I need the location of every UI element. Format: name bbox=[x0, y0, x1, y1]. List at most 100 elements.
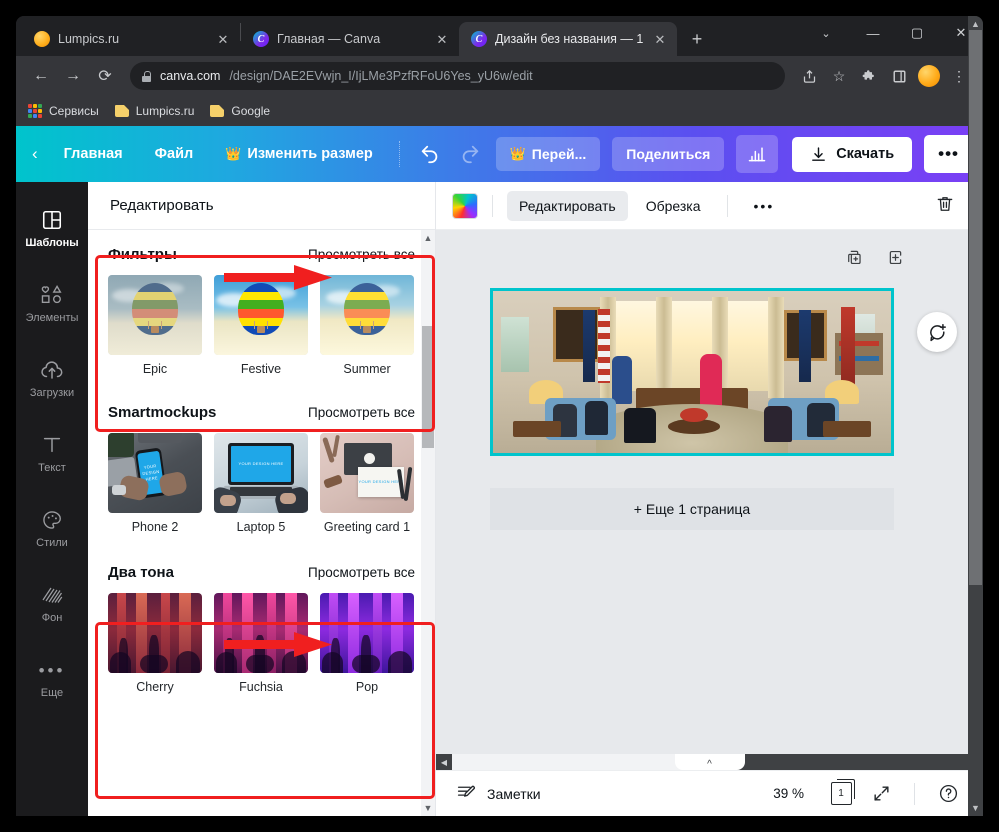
back-arrow-icon[interactable]: ← bbox=[26, 61, 56, 91]
panel-scroll-area[interactable]: Фильтры Просмотреть все Epic Festive Sum… bbox=[88, 230, 435, 816]
duotone-item-cherry[interactable]: Cherry bbox=[108, 593, 202, 694]
sidebar-item-background[interactable]: Фон bbox=[16, 573, 88, 632]
laptop-mockup-thumb: YOUR DESIGN HERE bbox=[214, 433, 308, 513]
duplicate-page-icon[interactable] bbox=[845, 248, 864, 272]
bookmark-item-google[interactable]: Google bbox=[210, 104, 270, 118]
browser-scroll-thumb[interactable] bbox=[969, 30, 982, 585]
redo-icon[interactable] bbox=[452, 136, 488, 172]
bookmark-item-services[interactable]: Сервисы bbox=[28, 104, 99, 118]
insights-bar-chart-icon[interactable] bbox=[736, 135, 779, 173]
sidebar-item-templates[interactable]: Шаблоны bbox=[16, 198, 88, 257]
uploads-cloud-icon bbox=[40, 358, 64, 382]
undo-icon[interactable] bbox=[412, 136, 448, 172]
hscroll-track[interactable]: ^ bbox=[452, 754, 967, 770]
lock-icon bbox=[142, 70, 151, 82]
view-all-link-filters[interactable]: Просмотреть все bbox=[308, 247, 415, 262]
add-page-icon[interactable] bbox=[886, 248, 905, 272]
add-page-button[interactable]: + Еще 1 страница bbox=[490, 488, 894, 530]
tab-search-chevron-down-icon[interactable]: ⌄ bbox=[801, 16, 851, 50]
zoom-level[interactable]: 39 % bbox=[773, 786, 804, 801]
balloon-epic-thumb bbox=[108, 275, 202, 355]
share-icon[interactable] bbox=[795, 62, 823, 90]
reload-icon[interactable]: ⟳ bbox=[90, 61, 120, 91]
sidebar-item-more[interactable]: ••• Еще bbox=[16, 648, 88, 707]
canvas-horizontal-scrollbar[interactable]: ◀ ^ ▶ bbox=[436, 754, 983, 770]
design-canvas-area[interactable]: + Еще 1 страница bbox=[436, 230, 983, 754]
menu-file[interactable]: Файл bbox=[141, 138, 208, 170]
mockup-caption: Laptop 5 bbox=[236, 520, 286, 534]
address-bar[interactable]: canva.com/design/DAE2EVwjn_I/IjLMe3PzfRF… bbox=[130, 62, 785, 90]
design-image-selected[interactable] bbox=[490, 288, 894, 456]
image-color-chip[interactable] bbox=[452, 192, 478, 219]
add-comment-icon[interactable] bbox=[917, 312, 957, 352]
profile-avatar[interactable] bbox=[915, 62, 943, 90]
canva-status-bar: Заметки 39 % 1 bbox=[436, 770, 983, 816]
download-button[interactable]: Скачать bbox=[792, 136, 913, 172]
duotone-item-pop[interactable]: Pop bbox=[320, 593, 414, 694]
panel-scroll-down-icon[interactable]: ▼ bbox=[424, 800, 433, 816]
browser-tab-2[interactable]: C Главная — Canva ✕ bbox=[241, 22, 459, 56]
browser-tab-3-close-icon[interactable]: ✕ bbox=[651, 30, 669, 48]
duotone-pop-thumb bbox=[320, 593, 414, 673]
help-question-icon[interactable] bbox=[933, 779, 963, 809]
duotone-caption: Fuchsia bbox=[239, 680, 283, 694]
filter-item-epic[interactable]: Epic bbox=[108, 275, 202, 376]
mockup-item-phone[interactable]: YOUR DESIGN HERE Phone 2 bbox=[108, 433, 202, 534]
upgrade-button[interactable]: 👑 Перей... bbox=[495, 137, 601, 171]
filter-item-summer[interactable]: Summer bbox=[320, 275, 414, 376]
mockup-item-card[interactable]: YOUR DESIGN HERE Greeting card 1 bbox=[320, 433, 414, 534]
bookmark-item-lumpics[interactable]: Lumpics.ru bbox=[114, 104, 194, 118]
browser-scrollbar[interactable]: ▲ ▼ bbox=[968, 16, 983, 816]
address-bar-host: canva.com bbox=[160, 69, 221, 83]
section-smartmockups: Smartmockups Просмотреть все YOUR DESIGN… bbox=[88, 386, 435, 544]
window-minimize-icon[interactable]: — bbox=[851, 16, 895, 50]
window-maximize-icon[interactable]: ▢ bbox=[895, 16, 939, 50]
browser-tab-3[interactable]: C Дизайн без названия — 1024 ✕ bbox=[459, 22, 677, 56]
bookmark-star-icon[interactable]: ☆ bbox=[825, 62, 853, 90]
tab-crop[interactable]: Обрезка bbox=[634, 191, 713, 221]
panel-scroll-track[interactable] bbox=[421, 246, 435, 800]
extensions-puzzle-icon[interactable] bbox=[855, 62, 883, 90]
sidebar-item-uploads[interactable]: Загрузки bbox=[16, 348, 88, 407]
hscroll-left-icon[interactable]: ◀ bbox=[436, 758, 452, 767]
browser-tab-1[interactable]: Lumpics.ru ✕ bbox=[22, 22, 240, 56]
screen-root: Lumpics.ru ✕ C Главная — Canva ✕ C Дизай… bbox=[0, 0, 999, 832]
browser-window: Lumpics.ru ✕ C Главная — Canva ✕ C Дизай… bbox=[16, 16, 983, 816]
trash-icon[interactable] bbox=[923, 187, 967, 224]
notes-button[interactable]: Заметки bbox=[456, 782, 541, 806]
section-duotone: Два тона Просмотреть все Cherry Fuchsia … bbox=[88, 544, 435, 704]
collapse-panel-toggle[interactable]: ^ bbox=[674, 754, 745, 770]
sidebar-item-elements[interactable]: Элементы bbox=[16, 273, 88, 332]
menu-resize[interactable]: 👑 Изменить размер bbox=[211, 138, 387, 170]
image-more-options-button[interactable]: ••• bbox=[742, 191, 787, 221]
new-tab-button[interactable]: + bbox=[683, 25, 711, 53]
mockup-item-laptop[interactable]: YOUR DESIGN HERE Laptop 5 bbox=[214, 433, 308, 534]
share-button[interactable]: Поделиться bbox=[612, 137, 725, 171]
page-manager-icon[interactable]: 1 bbox=[826, 779, 856, 809]
hscroll-thumb[interactable] bbox=[452, 754, 686, 770]
menu-home[interactable]: Главная bbox=[50, 138, 137, 170]
browser-tab-2-close-icon[interactable]: ✕ bbox=[433, 30, 451, 48]
forward-arrow-icon[interactable]: → bbox=[58, 61, 88, 91]
duotone-item-fuchsia[interactable]: Fuchsia bbox=[214, 593, 308, 694]
view-all-link-duotone[interactable]: Просмотреть все bbox=[308, 565, 415, 580]
back-chevron-icon[interactable]: ‹ bbox=[32, 144, 46, 164]
panel-scrollbar[interactable]: ▲ ▼ bbox=[421, 230, 435, 816]
panel-scroll-thumb[interactable] bbox=[422, 326, 434, 448]
tab-edit-image[interactable]: Редактировать bbox=[507, 190, 628, 221]
browser-scroll-down-icon[interactable]: ▼ bbox=[971, 800, 980, 816]
elements-icon bbox=[40, 283, 64, 307]
view-all-link-smartmockups[interactable]: Просмотреть все bbox=[308, 405, 415, 420]
duotone-thumbnail-list: Cherry Fuchsia Pop bbox=[108, 593, 415, 694]
sidebar-item-text[interactable]: Текст bbox=[16, 423, 88, 482]
sidebar-item-label: Стили bbox=[36, 537, 68, 549]
section-title: Два тона bbox=[108, 564, 174, 581]
expand-arrows-icon[interactable] bbox=[866, 779, 896, 809]
sidebar-item-styles[interactable]: Стили bbox=[16, 498, 88, 557]
side-panel-icon[interactable] bbox=[885, 62, 913, 90]
filter-item-festive[interactable]: Festive bbox=[214, 275, 308, 376]
more-options-button[interactable]: ••• bbox=[924, 135, 973, 173]
styles-palette-icon bbox=[41, 508, 63, 532]
panel-scroll-up-icon[interactable]: ▲ bbox=[424, 230, 433, 246]
browser-tab-1-close-icon[interactable]: ✕ bbox=[214, 30, 232, 48]
